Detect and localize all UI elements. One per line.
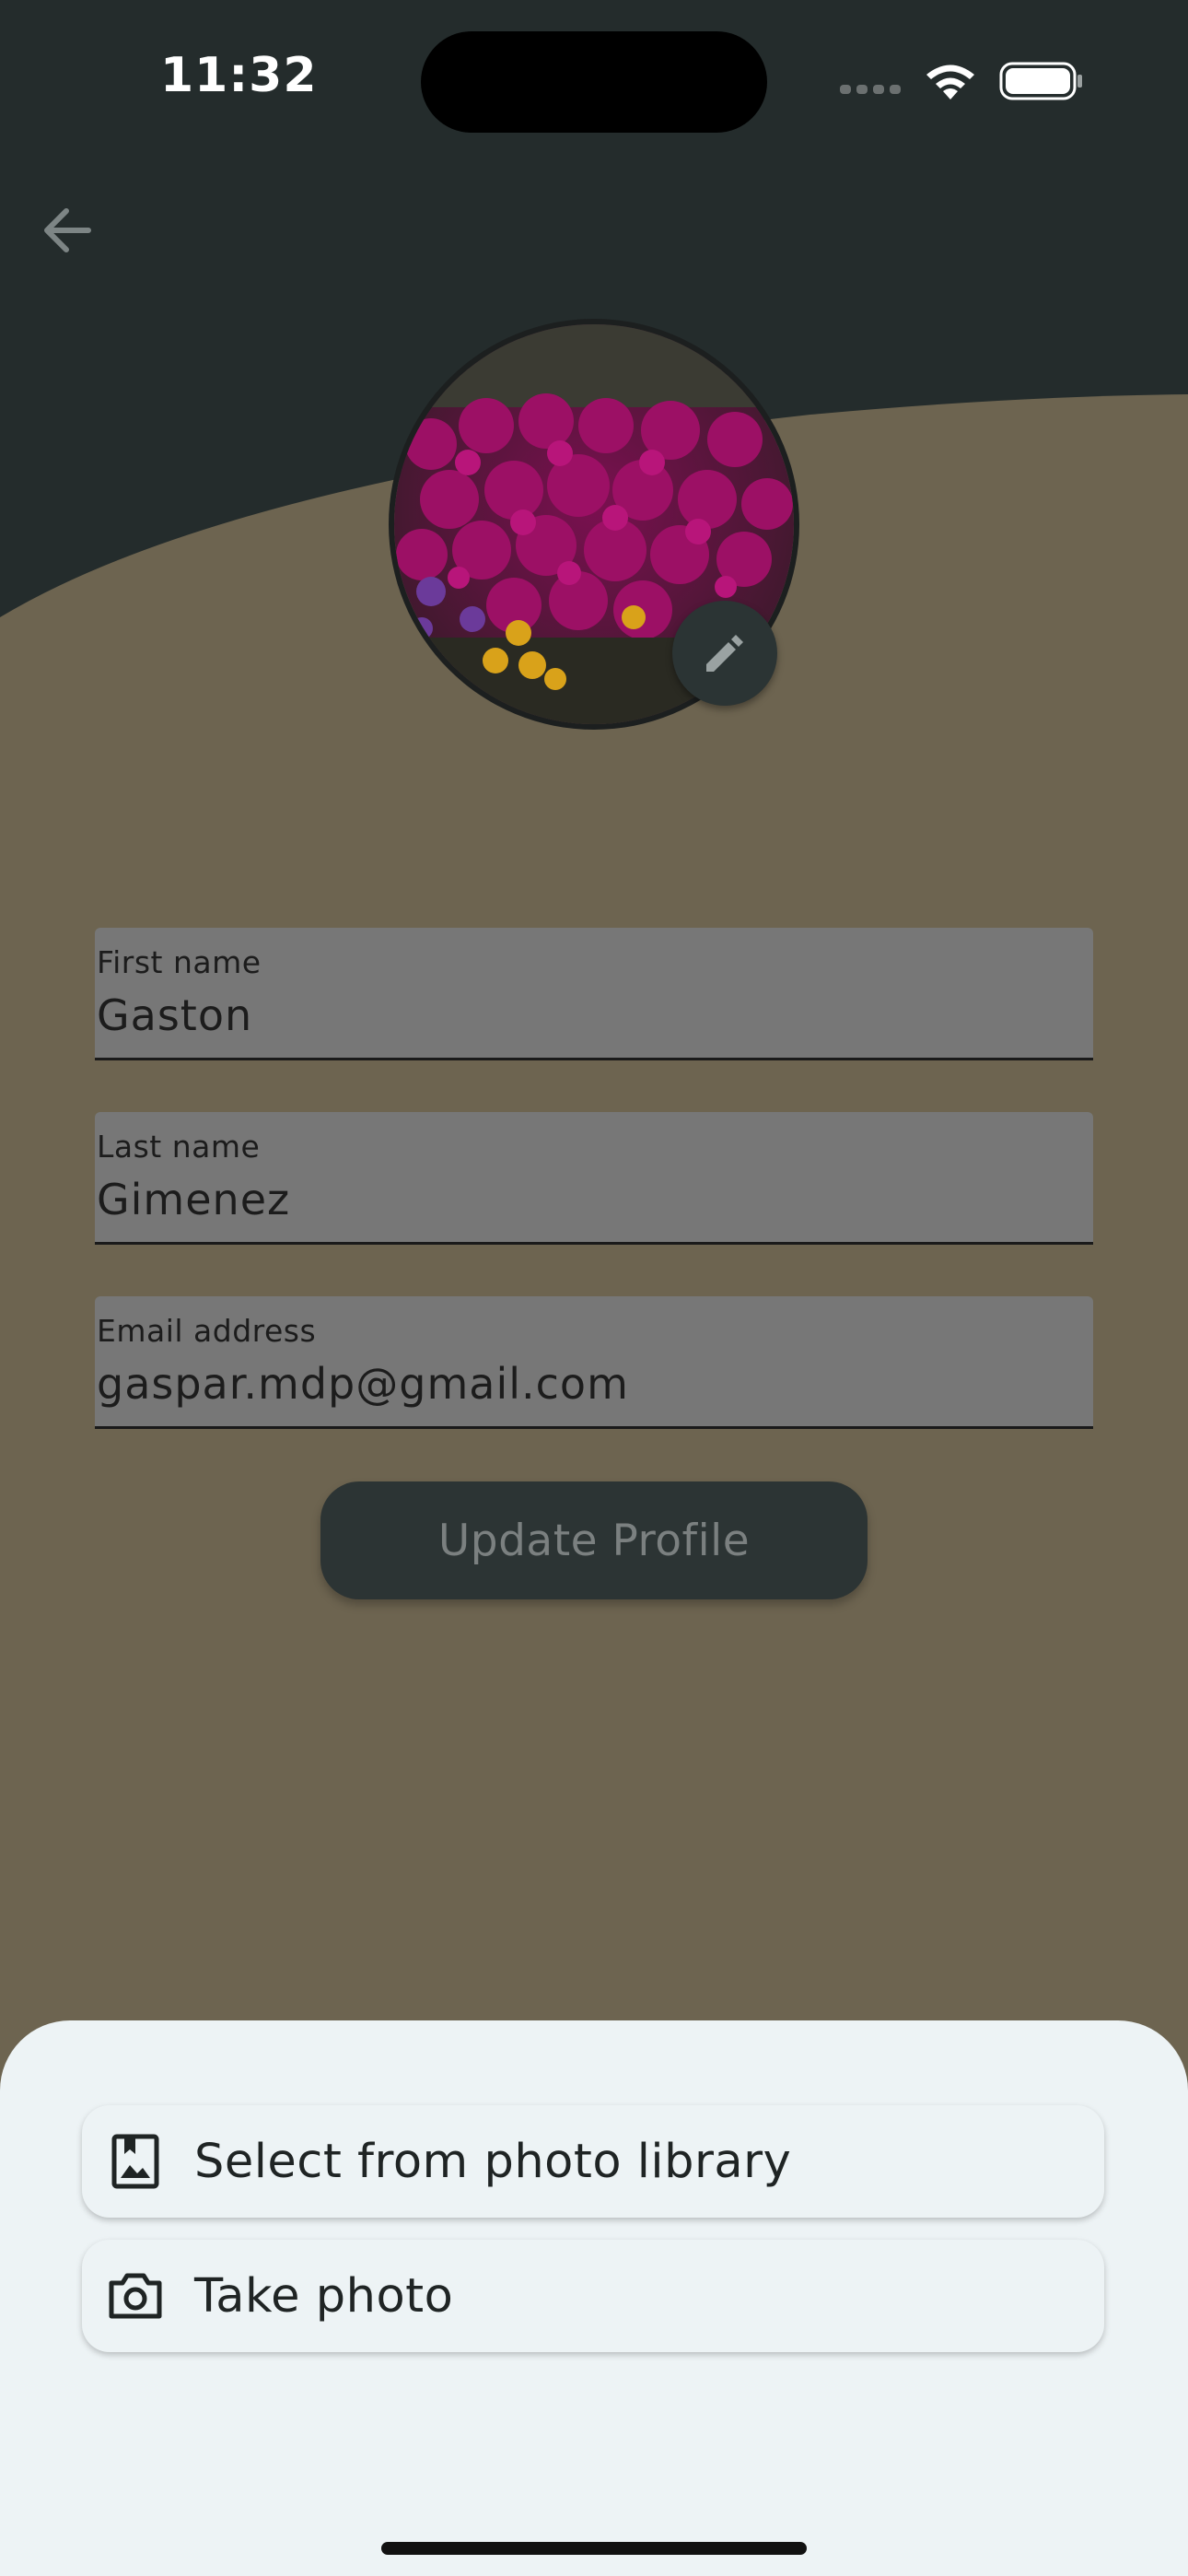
status-icons <box>840 62 1082 100</box>
pencil-icon <box>706 635 743 672</box>
select-photo-library-label: Select from photo library <box>194 2134 792 2189</box>
take-photo-label: Take photo <box>194 2268 454 2324</box>
first-name-label: First name <box>97 944 262 980</box>
select-photo-library-option[interactable]: Select from photo library <box>82 2105 1104 2218</box>
first-name-field[interactable]: First name Gaston <box>95 928 1093 1060</box>
cellular-signal-icon <box>840 85 901 94</box>
wifi-icon <box>926 64 974 100</box>
last-name-field[interactable]: Last name Gimenez <box>95 1112 1093 1245</box>
last-name-label: Last name <box>97 1129 261 1165</box>
edit-avatar-button[interactable] <box>672 601 777 706</box>
status-time: 11:32 <box>160 48 318 103</box>
battery-icon <box>999 62 1082 100</box>
camera-icon <box>108 2268 163 2324</box>
email-field[interactable]: Email address gaspar.mdp@gmail.com <box>95 1296 1093 1429</box>
arrow-left-icon[interactable] <box>35 198 99 263</box>
photo-library-icon <box>108 2134 163 2189</box>
take-photo-option[interactable]: Take photo <box>82 2240 1104 2352</box>
last-name-value[interactable]: Gimenez <box>97 1175 290 1224</box>
dynamic-island <box>421 31 767 133</box>
status-bar: 11:32 <box>0 0 1188 157</box>
photo-options-sheet: Select from photo library Take photo <box>0 2020 1188 2576</box>
email-value[interactable]: gaspar.mdp@gmail.com <box>97 1359 629 1409</box>
first-name-value[interactable]: Gaston <box>97 990 252 1040</box>
home-indicator[interactable] <box>381 2542 807 2555</box>
update-profile-button[interactable]: Update Profile <box>320 1481 868 1599</box>
email-label: Email address <box>97 1313 317 1349</box>
